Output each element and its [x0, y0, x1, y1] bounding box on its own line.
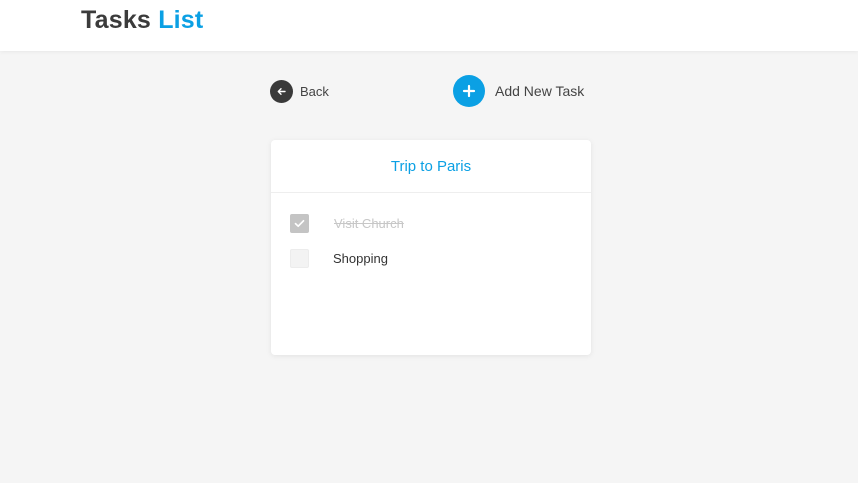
check-icon — [294, 219, 305, 227]
task-checkbox-checked[interactable] — [290, 213, 309, 233]
add-new-task-label: Add New Task — [495, 83, 585, 99]
back-button[interactable]: Back — [270, 79, 329, 103]
task-label: Visit Church — [334, 215, 404, 231]
list-title: Trip to Paris — [271, 140, 591, 193]
brand-primary: Tasks — [81, 6, 152, 34]
task-label: Shopping — [333, 250, 388, 266]
task-item: Visit Church — [290, 213, 404, 233]
back-label: Back — [300, 83, 329, 99]
app-logo: Tasks List — [81, 6, 203, 35]
brand-accent: List — [158, 6, 204, 34]
task-item: Shopping — [290, 248, 388, 268]
task-checkbox[interactable] — [290, 248, 309, 268]
arrow-left-icon — [270, 79, 293, 103]
add-new-task-button[interactable]: Add New Task — [453, 75, 584, 107]
plus-icon — [453, 75, 485, 107]
app-header: Tasks List — [0, 0, 858, 51]
task-list-card: Trip to Paris Visit Church Shopping — [271, 140, 591, 355]
